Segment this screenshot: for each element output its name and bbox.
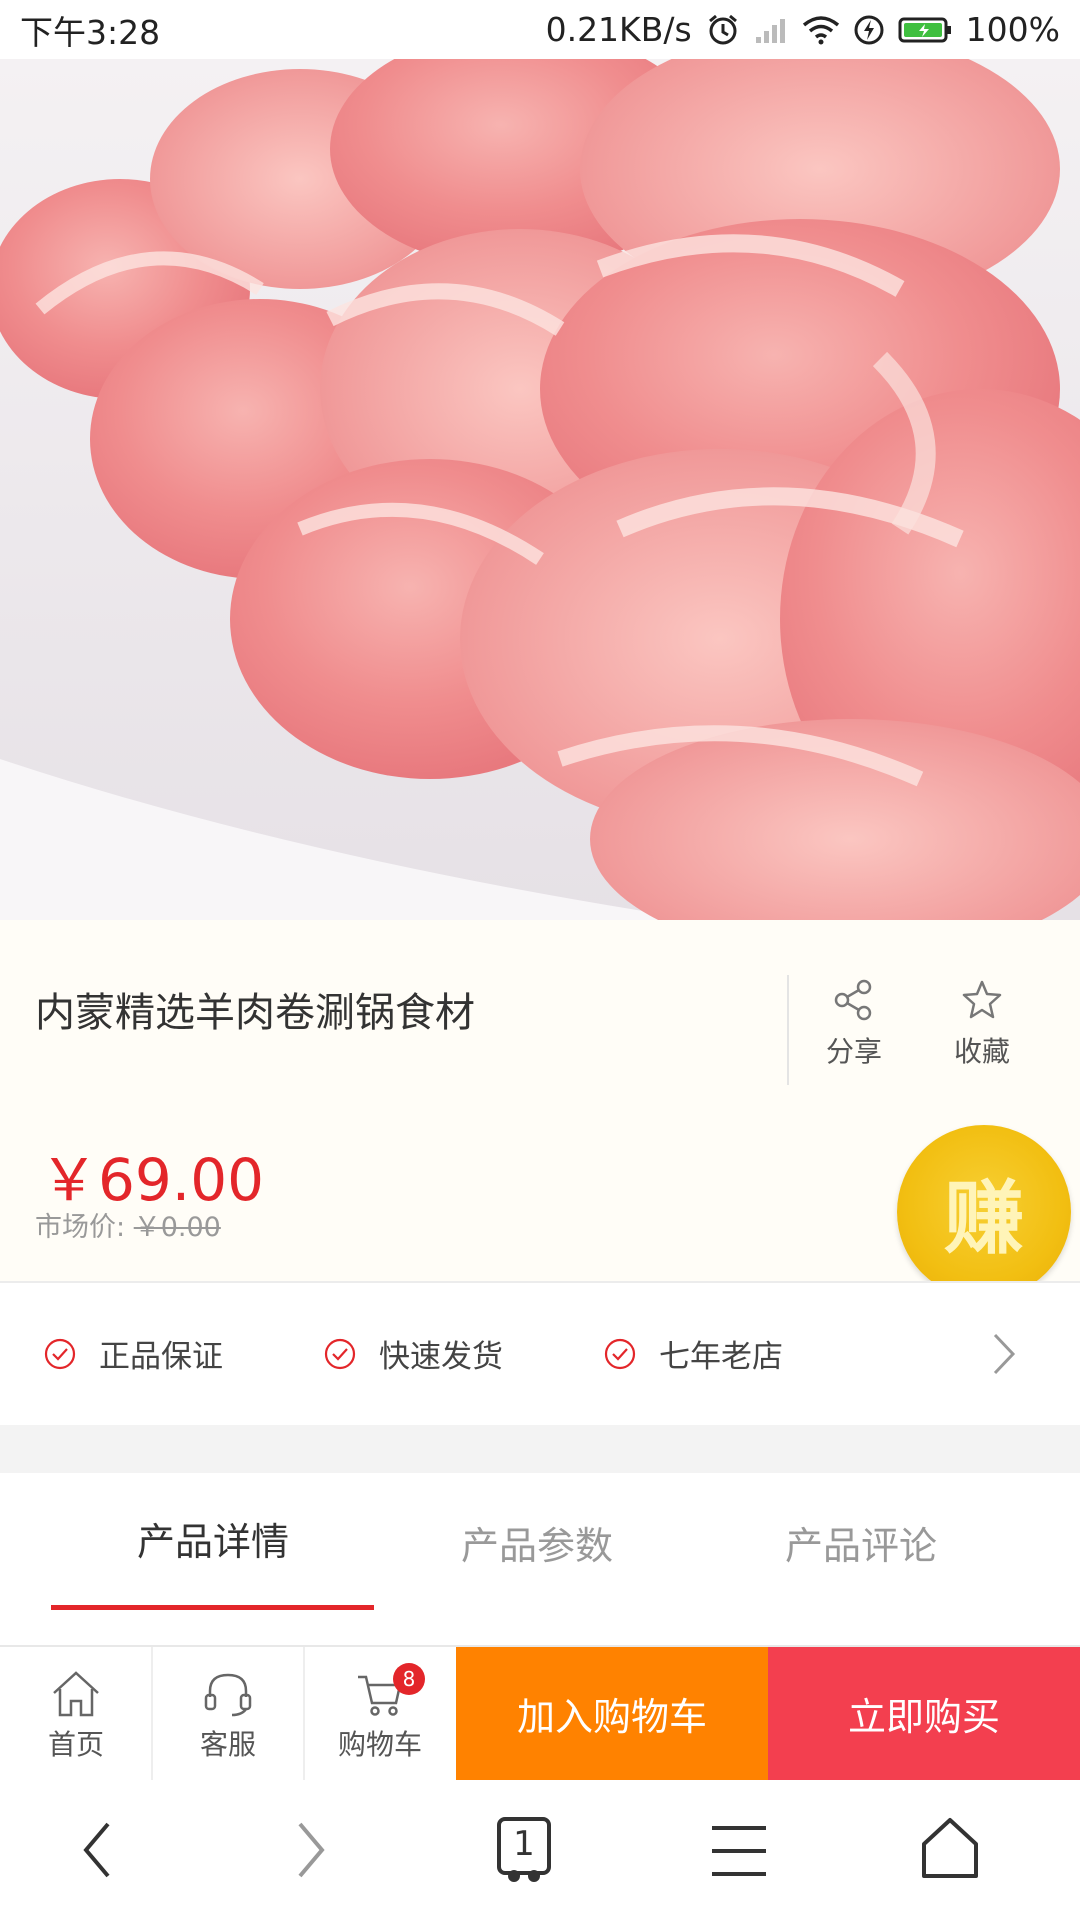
cart-count-badge: 8 bbox=[393, 1663, 425, 1695]
guarantee-item: 快速发货 bbox=[323, 1331, 503, 1376]
chevron-right-icon[interactable] bbox=[987, 1329, 1023, 1379]
earn-badge[interactable]: 赚 bbox=[897, 1125, 1071, 1299]
tabs-button[interactable]: 1 bbox=[494, 1814, 554, 1886]
detail-tabs: 产品详情 产品参数 产品评论 bbox=[0, 1473, 1080, 1633]
guarantees-row[interactable]: 正品保证 快速发货 七年老店 bbox=[0, 1283, 1080, 1425]
product-title: 内蒙精选羊肉卷涮锅食材 bbox=[35, 990, 475, 1036]
guarantee-item: 七年老店 bbox=[603, 1331, 783, 1376]
home-label: 首页 bbox=[47, 1728, 104, 1761]
favorite-button[interactable]: 收藏 bbox=[932, 978, 1032, 1070]
guarantee-label: 快速发货 bbox=[379, 1339, 503, 1375]
bottom-action-bar: 首页 客服 购物车 8 加入购物车 立即购买 bbox=[0, 1645, 1080, 1780]
check-circle-icon bbox=[604, 1338, 636, 1369]
tab-count: 1 bbox=[513, 1824, 535, 1864]
battery-icon bbox=[898, 16, 952, 44]
share-button[interactable]: 分享 bbox=[804, 978, 904, 1070]
share-icon bbox=[834, 979, 872, 1021]
service-label: 客服 bbox=[199, 1728, 256, 1761]
alarm-icon bbox=[706, 13, 740, 47]
buy-now-button[interactable]: 立即购买 bbox=[768, 1647, 1080, 1780]
check-circle-icon bbox=[44, 1338, 76, 1369]
home-icon[interactable] bbox=[920, 1816, 980, 1880]
market-price-label: 市场价: bbox=[35, 1212, 126, 1243]
star-icon bbox=[962, 980, 1002, 1019]
check-circle-icon bbox=[324, 1338, 356, 1369]
add-to-cart-button[interactable]: 加入购物车 bbox=[456, 1647, 768, 1780]
tab-product-params[interactable]: 产品参数 bbox=[375, 1515, 699, 1570]
customer-service-button[interactable]: 客服 bbox=[152, 1647, 304, 1780]
section-gap bbox=[0, 1425, 1080, 1473]
cart-button[interactable]: 购物车 8 bbox=[304, 1647, 456, 1780]
headset-icon bbox=[204, 1673, 252, 1717]
browser-navigation-bar: 1 bbox=[0, 1780, 1080, 1920]
product-title-section: 内蒙精选羊肉卷涮锅食材 分享 收藏 bbox=[0, 920, 1080, 1115]
tab-product-details[interactable]: 产品详情 bbox=[51, 1511, 375, 1566]
home-icon bbox=[53, 1671, 99, 1717]
product-image[interactable] bbox=[0, 59, 1080, 920]
market-price: 市场价: ￥0.00 bbox=[35, 1205, 221, 1244]
cart-label: 购物车 bbox=[337, 1728, 422, 1761]
signal-icon bbox=[754, 15, 788, 45]
menu-icon[interactable] bbox=[710, 1824, 768, 1878]
lamb-rolls-photo bbox=[0, 59, 1080, 920]
guarantee-item: 正品保证 bbox=[43, 1331, 223, 1376]
forward-icon[interactable] bbox=[290, 1818, 330, 1882]
wifi-icon bbox=[802, 15, 840, 45]
status-time: 下午3:28 bbox=[20, 12, 161, 52]
status-bar: 下午3:28 0.21KB/s 100% bbox=[0, 0, 1080, 59]
market-price-value: ￥0.00 bbox=[133, 1212, 221, 1243]
status-icons: 0.21KB/s 100% bbox=[546, 10, 1060, 49]
battery-percent: 100% bbox=[965, 10, 1060, 49]
share-label: 分享 bbox=[825, 1035, 882, 1068]
home-button[interactable]: 首页 bbox=[0, 1647, 152, 1780]
back-icon[interactable] bbox=[78, 1818, 118, 1882]
charging-icon bbox=[854, 15, 884, 45]
active-tab-indicator bbox=[51, 1605, 374, 1610]
title-divider bbox=[787, 975, 789, 1085]
network-speed: 0.21KB/s bbox=[545, 10, 692, 49]
guarantee-label: 七年老店 bbox=[659, 1339, 783, 1375]
guarantee-label: 正品保证 bbox=[99, 1339, 223, 1375]
favorite-label: 收藏 bbox=[953, 1035, 1010, 1068]
tab-product-reviews[interactable]: 产品评论 bbox=[699, 1515, 1023, 1570]
